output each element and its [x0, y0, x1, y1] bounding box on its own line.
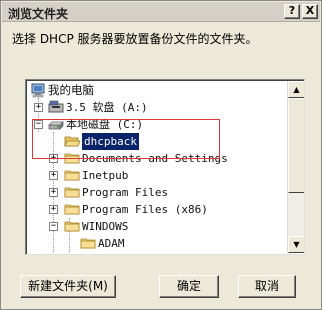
annotation-highlight-box	[32, 119, 220, 159]
tree-item-label: 我的电脑	[48, 83, 94, 97]
tree-item-my-computer[interactable]: 我的电脑	[26, 82, 281, 99]
tree-item-label: ADAM	[98, 237, 125, 250]
tree-item-label: WINDOWS	[82, 220, 129, 233]
new-folder-button[interactable]: 新建文件夹(M)	[20, 275, 116, 298]
scroll-down-arrow[interactable]: ▼	[288, 236, 304, 253]
tree-item-floppy-a[interactable]: + 3.5 软盘 (A:)	[26, 99, 281, 116]
expand-toggle[interactable]: +	[49, 205, 58, 214]
tree-item-label: 3.5 软盘 (A:)	[66, 101, 148, 114]
tree-item-program-files[interactable]: + Program Files	[26, 184, 281, 201]
expand-toggle[interactable]: +	[49, 188, 58, 197]
collapse-toggle[interactable]: −	[49, 222, 58, 231]
scroll-up-arrow[interactable]: ▲	[288, 81, 304, 98]
dialog-title: 浏览文件夹	[8, 7, 69, 21]
folder-icon	[80, 236, 97, 254]
tree-item-label: Program Files (x86)	[82, 203, 208, 216]
ok-button[interactable]: 确定	[159, 275, 219, 298]
folder-tree[interactable]: 我的电脑 + 3.5 软盘 (A:) − 本地磁盘 (C:) dhcpback …	[25, 79, 305, 255]
close-button[interactable]: X	[302, 4, 318, 19]
tree-item-label: Program Files	[82, 186, 169, 199]
tree-item-program-files-x86[interactable]: + Program Files (x86)	[26, 201, 281, 218]
tree-vertical-scrollbar[interactable]: ▲ ▼	[287, 81, 304, 253]
tree-item-adam[interactable]: ADAM	[26, 235, 281, 252]
help-button[interactable]: ?	[284, 4, 300, 19]
title-bar[interactable]: 浏览文件夹 ? X	[2, 2, 320, 22]
expand-toggle[interactable]: +	[34, 103, 43, 112]
tree-item-label: Inetpub	[82, 169, 129, 182]
tree-item-windows[interactable]: − WINDOWS	[26, 218, 281, 235]
scroll-thumb[interactable]	[288, 98, 304, 193]
tree-item-inetpub[interactable]: + Inetpub	[26, 167, 281, 184]
expand-toggle[interactable]: +	[49, 171, 58, 180]
browse-folder-dialog: 浏览文件夹 ? X 选择 DHCP 服务器要放置备份文件的文件夹。 我的电脑 +	[0, 0, 322, 310]
cancel-button[interactable]: 取消	[238, 275, 296, 298]
dialog-prompt: 选择 DHCP 服务器要放置备份文件的文件夹。	[12, 32, 258, 46]
